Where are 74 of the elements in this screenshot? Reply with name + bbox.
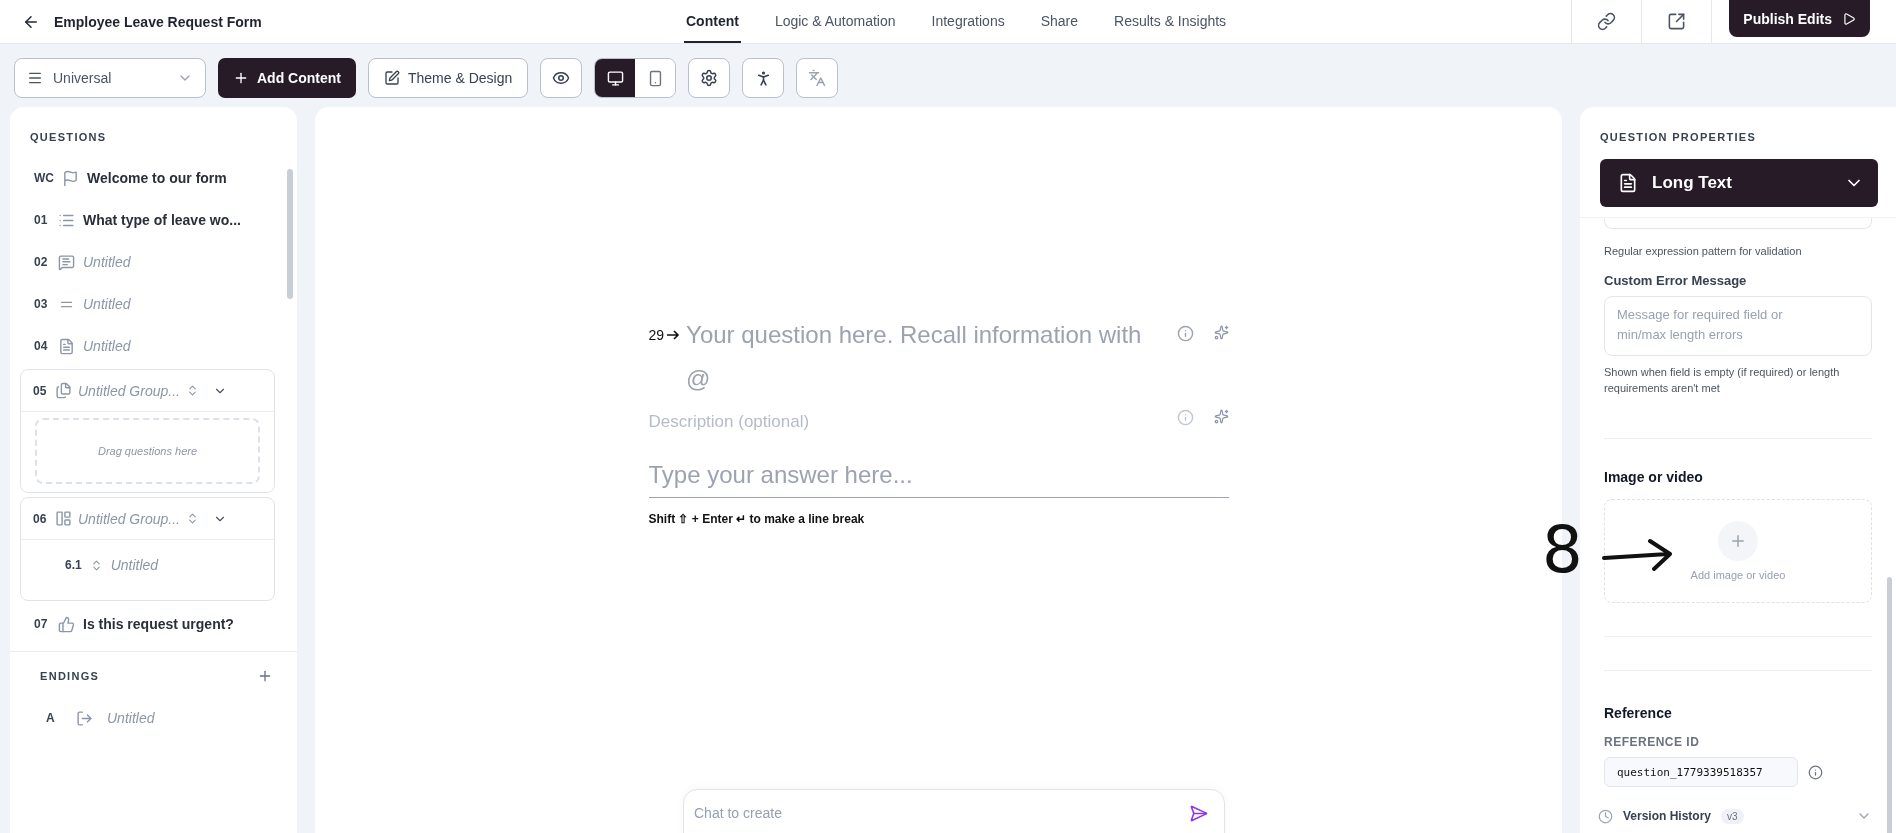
accessibility-button[interactable] xyxy=(742,58,785,98)
eye-icon xyxy=(552,69,571,87)
question-number: 03 xyxy=(34,297,49,311)
nav-tab[interactable]: Share xyxy=(1038,0,1081,43)
question-type-select[interactable]: Long Text xyxy=(1600,159,1878,207)
version-history-label: Version History xyxy=(1623,809,1712,823)
field-label: Custom Error Message xyxy=(1604,273,1748,288)
settings-button[interactable] xyxy=(688,58,731,98)
plus-icon xyxy=(233,70,249,86)
question-number: 07 xyxy=(34,617,49,631)
theme-design-button[interactable]: Theme & Design xyxy=(368,58,529,98)
help-text: Regular expression pattern for validation xyxy=(1604,244,1803,259)
info-icon[interactable] xyxy=(1176,325,1194,342)
add-ending-button[interactable] xyxy=(257,668,273,684)
section-title: Reference xyxy=(1604,705,1673,721)
settings-icon xyxy=(700,69,719,87)
add-content-button[interactable]: Add Content xyxy=(218,58,356,98)
info-icon[interactable] xyxy=(1808,764,1823,780)
version-tag: v3 xyxy=(1721,808,1744,824)
question-number: 6.1 xyxy=(65,558,82,572)
reference-id-field[interactable]: question_1779339518357 xyxy=(1604,757,1798,787)
external-link-icon xyxy=(1667,12,1687,31)
question-number: 06 xyxy=(33,511,48,526)
nav-tab[interactable]: Results & Insights xyxy=(1112,0,1229,43)
field-label: REFERENCE ID xyxy=(1604,735,1701,749)
drop-zone: Drag questions here xyxy=(35,418,260,484)
question-title[interactable]: Is this request urgent? xyxy=(83,616,234,632)
question-number: 29 xyxy=(648,327,681,343)
desktop-view-button[interactable] xyxy=(595,59,636,97)
question-number: 02 xyxy=(34,255,49,269)
nav-tab[interactable]: Integrations xyxy=(929,0,1007,43)
question-number: 05 xyxy=(33,383,48,398)
plus-icon xyxy=(1718,521,1758,561)
pattern-field[interactable] xyxy=(1604,218,1872,229)
monitor-icon xyxy=(606,69,624,87)
line-break-hint: Shift ⇧ + Enter ↵ to make a line break xyxy=(648,512,866,526)
publish-button[interactable]: Publish Edits xyxy=(1729,0,1870,37)
endings-heading: ENDINGS xyxy=(40,670,100,682)
translate-icon xyxy=(808,69,827,87)
exit-icon xyxy=(76,709,93,727)
preview-button[interactable] xyxy=(540,58,583,98)
play-icon xyxy=(1842,11,1856,26)
arrow-right-icon xyxy=(666,328,681,342)
chat-field[interactable]: Chat to create xyxy=(683,789,1225,833)
send-icon[interactable] xyxy=(1189,804,1208,823)
pen-square-icon xyxy=(384,70,400,86)
properties-heading: QUESTION PROPERTIES xyxy=(1600,131,1757,143)
form-title: Employee Leave Request Form xyxy=(54,13,262,30)
clock-icon xyxy=(1598,808,1613,824)
menu-icon xyxy=(27,70,43,86)
scrollbar-thumb[interactable] xyxy=(1887,577,1892,833)
ending-letter: A xyxy=(46,711,56,725)
section-title: Image or video xyxy=(1604,469,1704,485)
link-icon xyxy=(1597,12,1617,31)
question-title[interactable]: Welcome to our form xyxy=(87,170,227,186)
scrollbar-thumb[interactable] xyxy=(287,169,293,299)
question-number: 04 xyxy=(34,339,49,353)
sparkle-icon[interactable] xyxy=(1213,325,1229,340)
questions-heading: QUESTIONS xyxy=(30,131,107,143)
question-number: WC xyxy=(34,171,54,185)
help-text: Shown when field is empty (if required) or length requirements aren't met xyxy=(1604,365,1841,396)
error-message-field[interactable]: Message for required field or min/max length errors xyxy=(1604,296,1872,356)
document-icon xyxy=(1618,173,1638,193)
question-title[interactable]: What type of leave wo... xyxy=(83,212,241,228)
nav-tab[interactable]: Content xyxy=(684,0,741,43)
view-select[interactable]: Universal xyxy=(14,58,206,98)
nav-tab[interactable]: Logic & Automation xyxy=(772,0,898,43)
sparkle-icon[interactable] xyxy=(1213,409,1229,424)
plus-icon xyxy=(257,668,273,684)
question-number: 01 xyxy=(34,213,49,227)
translate-button[interactable] xyxy=(796,58,839,98)
annotation-arrow xyxy=(1602,538,1674,572)
mobile-view-button[interactable] xyxy=(635,59,676,97)
annotation-number: 8 xyxy=(1542,518,1583,582)
